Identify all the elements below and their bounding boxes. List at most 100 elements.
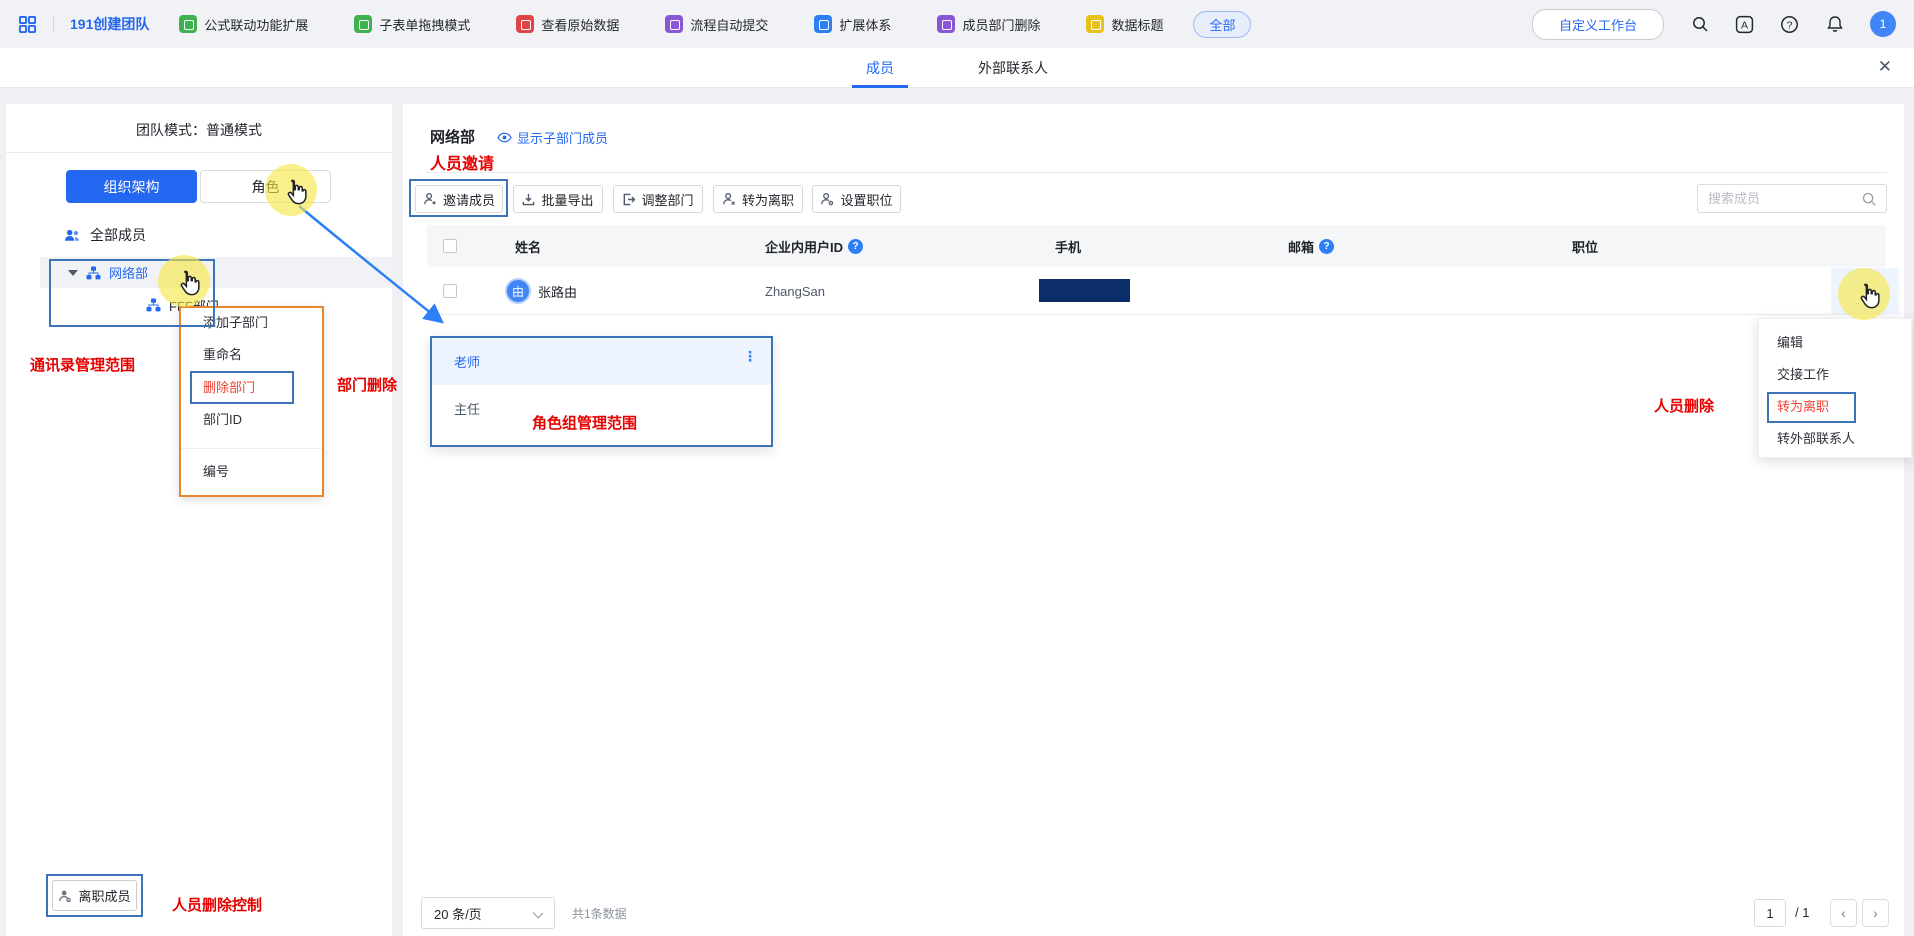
translate-icon[interactable]: A: [1735, 15, 1754, 34]
annotation-contacts-scope: 通讯录管理范围: [30, 354, 135, 375]
select-all-checkbox[interactable]: [443, 239, 457, 253]
nav-app-auto-submit[interactable]: 流程自动提交: [665, 15, 768, 34]
person-minus-icon: [58, 889, 72, 903]
data-title-app-icon: [1086, 15, 1104, 33]
total-count-label: 共1条数据: [572, 905, 627, 922]
tab-external-contacts[interactable]: 外部联系人: [978, 48, 1048, 88]
org-sidebar: 团队模式：普通模式 组织架构 角色 全部成员 网络部 FFF部门 通讯录管理范围…: [6, 104, 392, 936]
prev-page-button[interactable]: ‹: [1830, 899, 1857, 927]
all-apps-button[interactable]: 全部: [1193, 11, 1251, 38]
menu-item-dept-id[interactable]: 部门ID: [203, 409, 242, 431]
eye-icon: [497, 132, 512, 143]
menu-item-handover[interactable]: 交接工作: [1777, 364, 1829, 386]
column-user-id: 企业内用户ID ?: [765, 225, 863, 267]
person-add-icon: [423, 192, 437, 206]
person-gear-icon: [820, 192, 834, 206]
extension-app-icon: [814, 15, 832, 33]
tab-members[interactable]: 成员: [866, 48, 894, 88]
to-resigned-label: 转为离职: [742, 190, 794, 209]
column-name: 姓名: [515, 225, 541, 267]
sidebar-divider: [6, 152, 392, 153]
member-search: [1697, 184, 1887, 213]
resigned-members-label: 离职成员: [78, 886, 130, 905]
formula-link-app-icon: [179, 15, 197, 33]
invite-member-label: 邀请成员: [443, 190, 495, 209]
search-icon[interactable]: [1690, 15, 1709, 34]
user-avatar[interactable]: 1: [1870, 11, 1896, 37]
menu-item-to-external[interactable]: 转外部联系人: [1777, 428, 1855, 450]
app-grid-icon[interactable]: [18, 15, 37, 34]
nav-app-label: 公式联动功能扩展: [204, 15, 308, 34]
column-phone: 手机: [1055, 225, 1081, 267]
invite-member-button[interactable]: 邀请成员: [415, 185, 503, 213]
nav-app-label: 查看原始数据: [541, 15, 619, 34]
org-chart-icon: [86, 266, 101, 280]
nav-app-label: 子表单拖拽模式: [379, 15, 470, 34]
to-resigned-button[interactable]: 转为离职: [713, 185, 803, 213]
menu-item-delete-dept[interactable]: 删除部门: [203, 377, 255, 399]
caret-down-icon[interactable]: [68, 270, 78, 276]
close-icon[interactable]: ✕: [1878, 58, 1892, 75]
phone-redaction: [1039, 279, 1130, 302]
next-page-button[interactable]: ›: [1862, 899, 1889, 927]
navbar-app-list: 公式联动功能扩展 子表单拖拽模式 查看原始数据 流程自动提交 扩展体系 成员部门…: [179, 15, 1163, 34]
all-members-item[interactable]: 全部成员: [64, 222, 146, 248]
tree-item-label: 网络部: [109, 263, 148, 282]
annotation-dept-delete: 部门删除: [337, 374, 397, 395]
column-email: 邮箱 ?: [1288, 225, 1334, 267]
org-chart-icon: [146, 298, 161, 312]
show-subdept-link[interactable]: 显示子部门成员: [497, 128, 608, 147]
menu-item-rename[interactable]: 重命名: [203, 344, 242, 366]
members-group-icon: [64, 228, 81, 243]
annotation-invite: 人员邀请: [430, 150, 494, 174]
adjust-dept-button[interactable]: 调整部门: [613, 185, 703, 213]
nav-app-data-title[interactable]: 数据标题: [1086, 15, 1163, 34]
bell-icon[interactable]: [1825, 15, 1844, 34]
nav-app-label: 流程自动提交: [690, 15, 768, 34]
page-size-select[interactable]: 20 条/页: [421, 897, 555, 929]
org-structure-button[interactable]: 组织架构: [66, 170, 197, 203]
team-mode-label: 团队模式：普通模式: [6, 120, 392, 140]
annotation-role-scope: 角色组管理范围: [532, 412, 637, 433]
batch-export-button[interactable]: 批量导出: [513, 185, 603, 213]
members-panel: 网络部 显示子部门成员 邀请成员 批量导出 调整部门 转为离职 设置职位: [403, 104, 1904, 936]
help-badge-icon[interactable]: ?: [1319, 239, 1334, 254]
member-row[interactable]: 由 张路由 ZhangSan: [427, 267, 1886, 315]
nav-app-extension[interactable]: 扩展体系: [814, 15, 891, 34]
show-subdept-label: 显示子部门成员: [517, 128, 608, 147]
all-members-label: 全部成员: [90, 225, 146, 245]
menu-item-to-resigned[interactable]: 转为离职: [1777, 396, 1829, 418]
annotation-member-delete: 人员删除: [1654, 395, 1714, 416]
search-input[interactable]: [1708, 185, 1858, 212]
help-badge-icon[interactable]: ?: [848, 239, 863, 254]
page-number-input[interactable]: 1: [1754, 899, 1786, 927]
set-position-button[interactable]: 设置职位: [812, 185, 901, 213]
menu-item-edit[interactable]: 编辑: [1777, 332, 1803, 354]
menu-item-number[interactable]: 编号: [203, 461, 229, 483]
nav-app-subform-drag[interactable]: 子表单拖拽模式: [354, 15, 470, 34]
resigned-members-button[interactable]: 离职成员: [52, 880, 137, 911]
download-icon: [522, 193, 535, 206]
member-user-id: ZhangSan: [765, 267, 825, 315]
team-name[interactable]: 191创建团队: [70, 14, 149, 34]
nav-app-label: 数据标题: [1111, 15, 1163, 34]
menu-item-add-subdept[interactable]: 添加子部门: [203, 312, 268, 334]
navbar-right-group: 自定义工作台 A ? 1: [1532, 9, 1896, 40]
search-icon[interactable]: [1861, 191, 1877, 207]
nav-app-formula-link[interactable]: 公式联动功能扩展: [179, 15, 308, 34]
hand-cursor-icon: [1854, 282, 1882, 310]
row-checkbox[interactable]: [443, 284, 457, 298]
adjust-dept-label: 调整部门: [641, 190, 693, 209]
column-user-id-label: 企业内用户ID: [765, 237, 843, 256]
tree-item-network-dept[interactable]: 网络部: [40, 257, 392, 288]
nav-app-member-dept-delete[interactable]: 成员部门删除: [937, 15, 1040, 34]
help-icon[interactable]: ?: [1780, 15, 1799, 34]
kebab-menu-icon[interactable]: ⋮: [743, 354, 757, 359]
move-out-icon: [622, 193, 635, 206]
hand-cursor-icon: [281, 178, 309, 206]
member-dept-delete-app-icon: [937, 15, 955, 33]
role-item-teacher[interactable]: 老师: [432, 338, 771, 385]
members-table-header: 姓名 企业内用户ID ? 手机 邮箱 ? 职位: [427, 225, 1886, 267]
custom-workbench-button[interactable]: 自定义工作台: [1532, 9, 1664, 40]
nav-app-raw-data[interactable]: 查看原始数据: [516, 15, 619, 34]
